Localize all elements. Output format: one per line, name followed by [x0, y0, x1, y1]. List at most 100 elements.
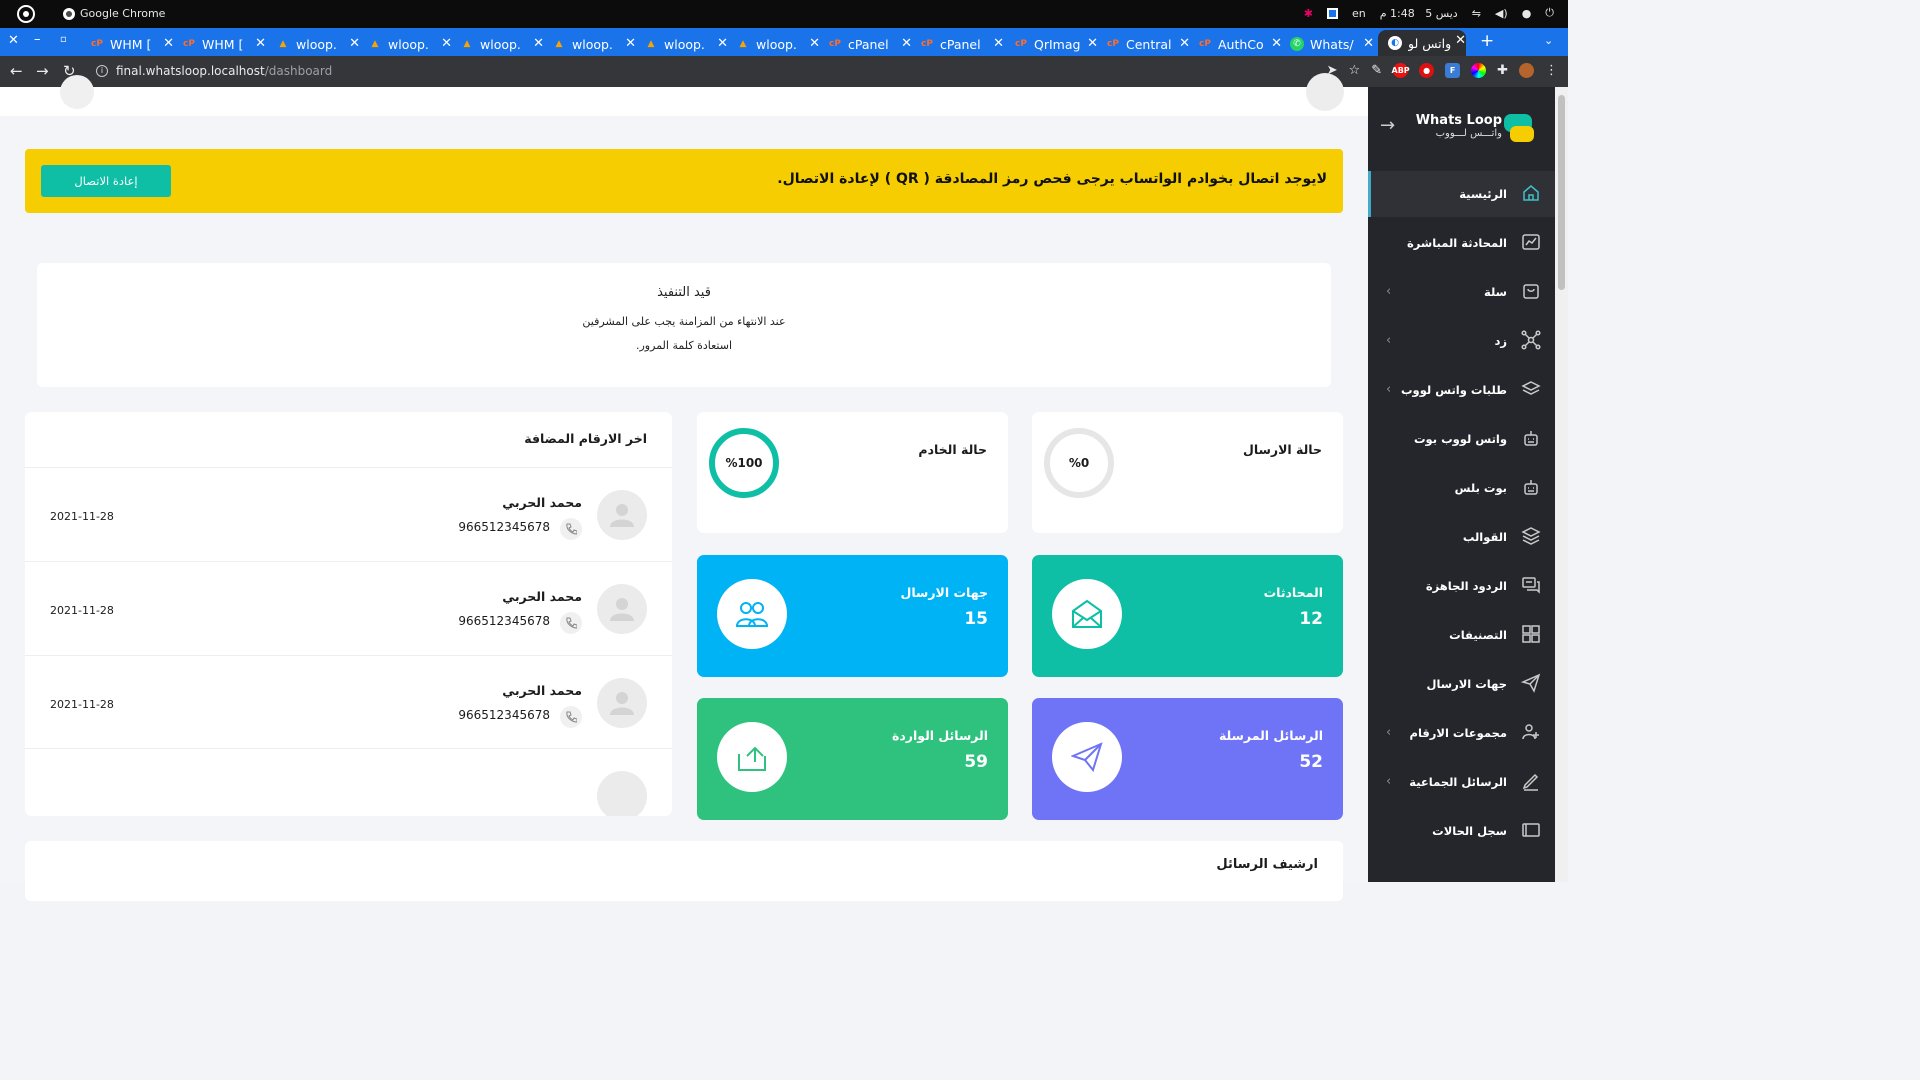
tab-10[interactable]: cP QrImag ✕ — [1014, 33, 1098, 55]
tab-list-icon[interactable]: ⌄ — [1544, 34, 1553, 47]
tab-12[interactable]: cP AuthCo ✕ — [1198, 33, 1282, 55]
tab-close-icon[interactable]: ✕ — [533, 36, 544, 51]
adblock-icon[interactable]: ABP — [1392, 63, 1410, 78]
url-host: final.whatsloop.localhost — [116, 64, 265, 78]
extensions-bar: ➤ ☆ ✎ ABP ● F ✚ ⋮ — [1327, 63, 1558, 78]
tab-close-icon[interactable]: ✕ — [1271, 36, 1282, 51]
sidebar-item-8[interactable]: الردود الجاهزة — [1368, 571, 1555, 601]
sidebar-item-13[interactable]: سجل الحالات — [1368, 816, 1555, 846]
minimize-icon[interactable]: – — [34, 32, 41, 47]
profile-avatar[interactable] — [1519, 63, 1534, 78]
list-item[interactable]: محمد الحربي 966512345678 2021-11-28 — [25, 655, 672, 749]
tab-3[interactable]: ▲ wloop. ✕ — [368, 33, 452, 55]
tab-close-icon[interactable]: ✕ — [993, 36, 1004, 51]
sent-messages-title: الرسائل المرسلة — [1218, 728, 1323, 743]
shield-extension-icon[interactable]: ● — [1419, 63, 1435, 78]
tab-close-icon[interactable]: ✕ — [625, 36, 636, 51]
sidebar-item-10[interactable]: جهات الارسال — [1368, 669, 1555, 699]
color-extension-icon[interactable] — [1471, 63, 1487, 78]
font-extension-icon[interactable]: F — [1445, 63, 1461, 78]
layers-icon — [1521, 379, 1541, 399]
tab-2[interactable]: ▲ wloop. ✕ — [276, 33, 360, 55]
tab-11[interactable]: cP Central ✕ — [1106, 33, 1190, 55]
sidebar-item-label: القوالب — [1462, 530, 1507, 544]
header-button[interactable] — [60, 75, 94, 109]
pen-extension-icon[interactable]: ✎ — [1371, 63, 1382, 78]
sidebar-item-4[interactable]: طلبات واتس لووب ‹ — [1368, 375, 1555, 405]
language-indicator[interactable]: en — [1352, 7, 1366, 20]
cpanel-icon: cP — [183, 39, 195, 49]
tab-5[interactable]: ▲ wloop. ✕ — [552, 33, 636, 55]
sidebar-item-2[interactable]: سلة ‹ — [1368, 277, 1555, 307]
sidebar-item-5[interactable]: واتس لووب بوت — [1368, 424, 1555, 454]
tab-9[interactable]: cP cPanel ✕ — [920, 33, 1004, 55]
slack-icon[interactable]: ✱ — [1304, 7, 1313, 20]
tab-search-icon[interactable]: ✕ — [8, 33, 19, 48]
microphone-icon[interactable]: ● — [1522, 7, 1532, 20]
clock[interactable]: ديس 5 1:48 م — [1380, 7, 1458, 20]
tab-close-icon[interactable]: ✕ — [1363, 36, 1374, 51]
sidebar-item-3[interactable]: زد ‹ — [1368, 326, 1555, 356]
tab-8[interactable]: cP cPanel ✕ — [828, 33, 912, 55]
tab-close-icon[interactable]: ✕ — [441, 36, 452, 51]
sidebar-item-6[interactable]: بوت بلس — [1368, 473, 1555, 503]
tab-close-icon[interactable]: ✕ — [1179, 36, 1190, 51]
back-button[interactable]: ← — [10, 62, 23, 80]
user-avatar[interactable] — [1306, 73, 1344, 111]
power-icon[interactable]: ⏻ — [1545, 6, 1554, 20]
chevron-left-icon: ‹ — [1386, 382, 1392, 397]
tab-1[interactable]: cP WHM [✕ — [182, 33, 266, 55]
conversations-tile[interactable]: المحادثات 12 — [1032, 555, 1343, 677]
sent-messages-tile[interactable]: الرسائل المرسلة 52 — [1032, 698, 1343, 820]
top-header — [0, 73, 1368, 116]
os-menu-icon[interactable] — [17, 5, 35, 23]
site-info-icon[interactable]: i — [96, 65, 108, 77]
reconnect-button[interactable]: إعادة الاتصال — [41, 165, 171, 197]
new-tab-button[interactable]: + — [1480, 31, 1494, 51]
bookmark-star-icon[interactable]: ☆ — [1349, 63, 1361, 78]
tab-close-icon[interactable]: ✕ — [901, 36, 912, 51]
list-item[interactable]: محمد الحربي 966512345678 2021-11-28 — [25, 561, 672, 655]
url-field[interactable]: i final.whatsloop.localhost/dashboard — [96, 64, 332, 78]
tab-close-icon[interactable]: ✕ — [1087, 36, 1098, 51]
sidebar-item-0[interactable]: الرئيسية — [1368, 179, 1555, 209]
tab-close-icon[interactable]: ✕ — [163, 36, 174, 51]
tab-13[interactable]: ✆ Whats/ ✕ — [1290, 33, 1374, 55]
sidebar-item-9[interactable]: التصنيفات — [1368, 620, 1555, 650]
sidebar-item-7[interactable]: القوالب — [1368, 522, 1555, 552]
tab-0[interactable]: cP WHM [✕ — [90, 33, 174, 55]
tab-4[interactable]: ▲ wloop. ✕ — [460, 33, 544, 55]
incoming-messages-tile[interactable]: الرسائل الواردة 59 — [697, 698, 1008, 820]
contacts-tile[interactable]: جهات الارسال 15 — [697, 555, 1008, 677]
sidebar-item-11[interactable]: مجموعات الارقام ‹ — [1368, 718, 1555, 748]
forward-button[interactable]: → — [36, 62, 49, 80]
url-path: /dashboard — [264, 64, 333, 78]
network-icon[interactable]: ⇋ — [1472, 7, 1481, 20]
tab-close-icon[interactable]: ✕ — [1455, 33, 1466, 48]
tab-close-icon[interactable]: ✕ — [349, 36, 360, 51]
tab-close-icon[interactable]: ✕ — [255, 36, 266, 51]
tab-7[interactable]: ▲ wloop. ✕ — [736, 33, 820, 55]
page-scrollbar[interactable] — [1555, 87, 1568, 882]
tab-title: AuthCo — [1218, 36, 1264, 52]
list-item[interactable]: محمد الحربي 966512345678 2021-11-28 — [25, 467, 672, 561]
cpanel-icon: cP — [1015, 39, 1027, 49]
phone-icon — [560, 518, 582, 540]
restore-icon[interactable]: ▫ — [60, 34, 67, 45]
sidebar-item-12[interactable]: الرسائل الجماعية ‹ — [1368, 767, 1555, 797]
trello-icon[interactable] — [1326, 7, 1338, 19]
collapse-sidebar-icon[interactable]: → — [1380, 115, 1395, 136]
tab-close-icon[interactable]: ✕ — [809, 36, 820, 51]
sidebar-item-label: الردود الجاهزة — [1425, 579, 1507, 593]
volume-icon[interactable]: ◀) — [1495, 7, 1508, 20]
chrome-menu-icon[interactable]: ⋮ — [1545, 63, 1558, 78]
contact-phone: 966512345678 — [458, 614, 550, 628]
tab-6[interactable]: ▲ wloop. ✕ — [644, 33, 728, 55]
tab-14[interactable]: ◐ واتس لو ✕ — [1378, 30, 1466, 56]
extensions-puzzle-icon[interactable]: ✚ — [1497, 63, 1508, 78]
notice-line-2: استعادة كلمة المرور. — [636, 339, 732, 352]
sidebar-item-1[interactable]: المحادثة المباشرة — [1368, 228, 1555, 258]
scrollbar-thumb[interactable] — [1558, 95, 1565, 290]
tab-title: wloop. — [296, 36, 337, 52]
tab-close-icon[interactable]: ✕ — [717, 36, 728, 51]
